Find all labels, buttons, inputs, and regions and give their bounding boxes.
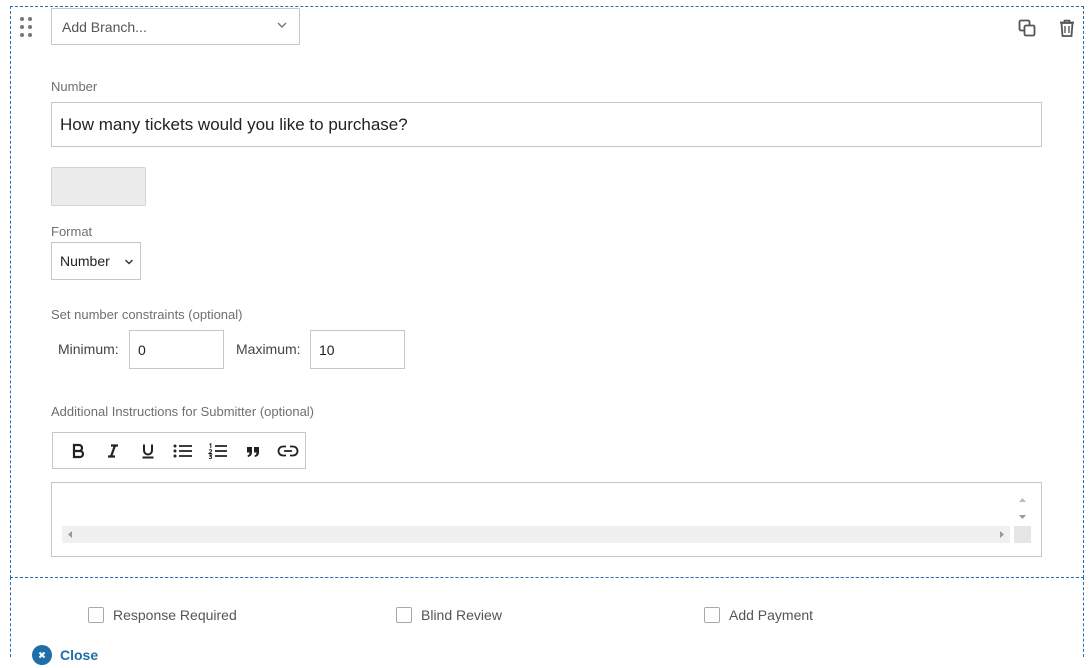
instructions-editor[interactable]: [51, 482, 1042, 557]
question-text-input[interactable]: [51, 102, 1042, 147]
chevron-down-icon: [125, 259, 133, 265]
underline-button[interactable]: [131, 433, 166, 469]
chevron-down-icon: [277, 22, 287, 28]
add-branch-value: Add Branch...: [62, 18, 147, 35]
scrollbar-corner: [1014, 526, 1031, 543]
italic-button[interactable]: [96, 433, 131, 469]
quote-icon: [246, 446, 259, 457]
duplicate-icon[interactable]: [1017, 18, 1037, 38]
add-payment-checkbox[interactable]: [704, 607, 720, 623]
drag-handle-icon[interactable]: [19, 17, 33, 37]
rich-text-toolbar: [52, 432, 306, 469]
numbered-list-icon: [207, 442, 227, 459]
question-type-label: Number: [51, 79, 98, 94]
add-payment-label: Add Payment: [729, 607, 814, 623]
format-select[interactable]: Number: [51, 242, 141, 280]
response-required-option[interactable]: Response Required: [88, 607, 237, 623]
add-branch-select[interactable]: Add Branch...: [51, 8, 300, 45]
close-button[interactable]: Close: [32, 645, 105, 665]
scroll-right-arrow-icon[interactable]: [998, 530, 1006, 539]
bulleted-list-icon: [173, 444, 192, 457]
format-label: Format: [51, 224, 93, 239]
blockquote-button[interactable]: [235, 433, 270, 469]
maximum-input[interactable]: [310, 330, 405, 369]
scroll-left-arrow-icon[interactable]: [66, 530, 74, 539]
horizontal-scrollbar[interactable]: [62, 526, 1010, 543]
blind-review-label: Blind Review: [421, 607, 502, 623]
number-preview-box: [51, 167, 146, 206]
trash-icon[interactable]: [1057, 18, 1077, 38]
constraints-label: Set number constraints (optional): [51, 307, 243, 322]
response-required-checkbox[interactable]: [88, 607, 104, 623]
numbered-list-button[interactable]: [200, 433, 235, 469]
minimum-input[interactable]: [129, 330, 224, 369]
link-button[interactable]: [270, 433, 305, 469]
response-required-label: Response Required: [113, 607, 237, 623]
instructions-label: Additional Instructions for Submitter (o…: [51, 404, 315, 419]
link-icon: [277, 445, 298, 456]
minimum-label: Minimum:: [58, 341, 119, 357]
underline-icon: [142, 444, 154, 458]
add-payment-option[interactable]: Add Payment: [704, 607, 813, 623]
format-selected-value: Number: [60, 253, 110, 269]
blind-review-option[interactable]: Blind Review: [396, 607, 502, 623]
blind-review-checkbox[interactable]: [396, 607, 412, 623]
bulleted-list-button[interactable]: [166, 433, 201, 469]
bold-button[interactable]: [61, 433, 96, 469]
scroll-up-arrow-icon[interactable]: [1018, 496, 1027, 504]
close-icon: [32, 645, 52, 665]
maximum-label: Maximum:: [236, 341, 301, 357]
italic-icon: [108, 443, 119, 458]
bold-icon: [73, 443, 85, 458]
close-label: Close: [60, 647, 99, 663]
scroll-down-arrow-icon[interactable]: [1018, 513, 1027, 521]
